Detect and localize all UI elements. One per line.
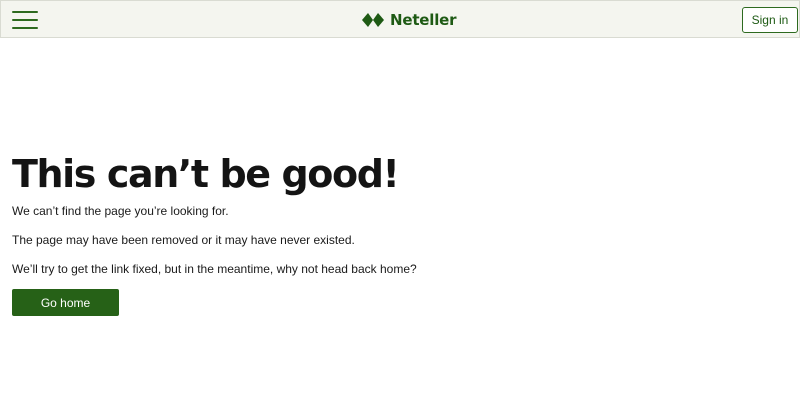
- menu-bar-bottom: [12, 27, 38, 29]
- sign-in-button[interactable]: Sign in: [742, 7, 798, 33]
- neteller-logo[interactable]: Neteller: [362, 9, 457, 31]
- go-home-button[interactable]: Go home: [12, 289, 119, 316]
- menu-bar-top: [12, 11, 38, 13]
- error-content: This can’t be good! We can’t find the pa…: [12, 150, 772, 316]
- error-message-2: The page may have been removed or it may…: [12, 233, 355, 247]
- error-message-1: We can’t find the page you’re looking fo…: [12, 204, 229, 218]
- page-title: This can’t be good!: [12, 152, 400, 196]
- menu-bar-middle: [12, 19, 38, 21]
- neteller-diamond-icon: [362, 13, 384, 27]
- logo-text: Neteller: [390, 11, 457, 29]
- site-header: Neteller Sign in: [0, 0, 800, 38]
- error-message-3: We’ll try to get the link fixed, but in …: [12, 262, 417, 276]
- hamburger-menu-icon[interactable]: [12, 10, 38, 30]
